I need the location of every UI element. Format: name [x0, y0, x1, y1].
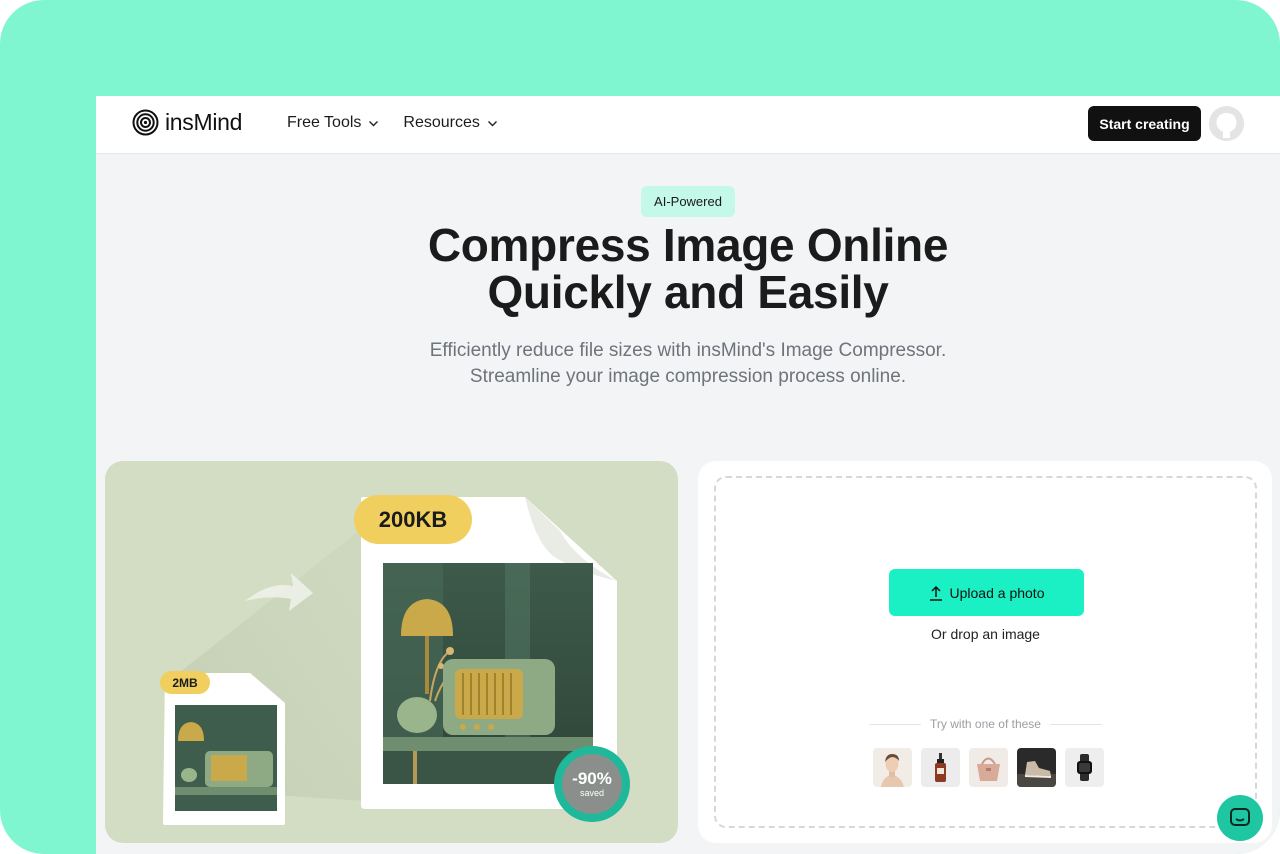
top-nav: insMind Free Tools Resources Start creat…: [96, 96, 1280, 154]
sneaker-image: [1017, 761, 1056, 787]
chat-button[interactable]: [1217, 795, 1263, 841]
spiral-logo-icon: [132, 109, 159, 136]
nav-free-tools[interactable]: Free Tools: [287, 114, 379, 132]
saved-percent-value: -90%: [572, 768, 612, 788]
chevron-down-icon: [369, 120, 379, 126]
try-samples-divider: Try with one of these: [869, 717, 1103, 731]
nav-resources-label: Resources: [403, 114, 480, 131]
nav-resources[interactable]: Resources: [403, 114, 497, 132]
sample-woman-portrait[interactable]: [873, 748, 912, 787]
saved-label: saved: [579, 787, 605, 798]
sample-serum-bottle[interactable]: [921, 748, 960, 787]
title-line-2: Quickly and Easily: [487, 266, 889, 318]
divider-line-left: [869, 723, 922, 725]
nav-free-tools-label: Free Tools: [287, 114, 362, 131]
ai-powered-badge: AI-Powered: [641, 186, 735, 217]
upload-arrow-icon: [929, 585, 942, 601]
start-creating-button[interactable]: Start creating: [1088, 106, 1201, 141]
compressed-size-tag: 200KB: [354, 495, 472, 544]
chevron-down-icon: [487, 120, 497, 126]
page-title: Compress Image Online Quickly and Easily: [338, 222, 1038, 316]
try-samples-label: Try with one of these: [930, 717, 1041, 731]
upload-card: Upload a photo Or drop an image Try with…: [698, 461, 1272, 843]
sample-images: [873, 748, 1104, 787]
page-frame: insMind Free Tools Resources Start creat…: [0, 0, 1280, 854]
upload-photo-button[interactable]: Upload a photo: [889, 569, 1084, 616]
title-line-1: Compress Image Online: [427, 219, 949, 271]
browser-window: insMind Free Tools Resources Start creat…: [96, 96, 1280, 854]
image-dropzone[interactable]: Upload a photo Or drop an image Try with…: [714, 476, 1257, 828]
original-size-tag: 2MB: [160, 671, 210, 694]
github-avatar-icon: [1209, 106, 1244, 141]
upload-photo-label: Upload a photo: [949, 584, 1045, 601]
brand-logo[interactable]: insMind: [132, 109, 242, 136]
compression-illustration: 200KB 2MB -90% saved: [105, 461, 678, 843]
avatar[interactable]: [1209, 106, 1244, 141]
divider-line-right: [1049, 723, 1103, 725]
saved-percent-badge: -90% saved: [554, 746, 630, 822]
page-subtitle: Efficiently reduce file sizes with insMi…: [429, 340, 947, 387]
handbag-image: [977, 757, 1000, 781]
smartwatch-image: [1077, 754, 1092, 781]
serum-bottle-image: [935, 753, 946, 782]
nav-menu: Free Tools Resources: [287, 114, 498, 132]
saved-percent-inner: -90% saved: [562, 754, 622, 814]
chat-bubble-icon: [1230, 808, 1250, 826]
sample-smartwatch[interactable]: [1065, 748, 1104, 787]
sample-handbag[interactable]: [969, 748, 1008, 787]
brand-name: insMind: [165, 109, 243, 135]
sample-sneaker[interactable]: [1017, 748, 1056, 787]
woman-portrait-image: [881, 754, 904, 787]
drop-image-text: Or drop an image: [931, 626, 1040, 642]
